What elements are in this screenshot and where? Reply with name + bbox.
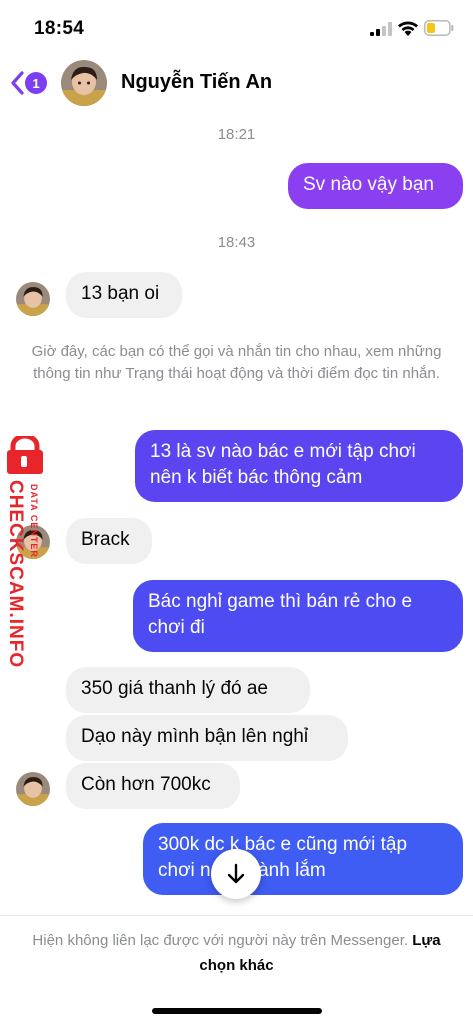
arrow-down-icon [227,863,245,884]
back-button[interactable]: 1 [8,68,47,98]
clock: 18:54 [34,18,85,39]
lock-icon [7,436,43,474]
footer-notice: Hiện không liên lạc được với người này t… [30,928,443,978]
message-incoming[interactable]: Dạo này mình bận lên nghỉ [66,715,348,761]
unreachable-text: Hiện không liên lạc được với người này t… [32,932,409,949]
message-incoming[interactable]: Brack [66,518,152,564]
unread-badge: 1 [25,72,47,94]
scroll-to-bottom-button[interactable] [211,849,261,899]
message-outgoing[interactable]: 300k dc k bác e cũng mới tập chơi nên k … [143,823,463,895]
footer: Hiện không liên lạc được với người này t… [0,915,473,1025]
timestamp: 18:43 [217,234,256,251]
message-incoming[interactable]: Còn hơn 700kc [66,763,240,809]
message-outgoing[interactable]: 13 là sv nào bác e mới tập chơi nên k bi… [135,430,463,502]
battery-icon [424,20,454,36]
chevron-left-icon [11,71,24,95]
avatar-image [61,60,107,106]
message-outgoing[interactable]: Bác nghỉ game thì bán rẻ cho e chơi đi [133,580,463,652]
contact-avatar[interactable] [61,60,107,106]
sender-avatar [16,282,50,316]
chat-header: 1 Nguyễn Tiến An [0,52,473,112]
signal-icon [370,22,392,36]
contact-name[interactable]: Nguyễn Tiến An [121,71,272,94]
watermark: CHECKSCAM.INFO DATA CENTER [0,436,56,669]
watermark-text: CHECKSCAM.INFO [5,480,26,669]
status-bar: 18:54 [0,0,473,50]
sender-avatar [16,772,50,806]
home-indicator[interactable] [152,1008,322,1014]
timestamp: 18:21 [217,126,256,143]
watermark-subtext: DATA CENTER [29,484,39,558]
message-incoming[interactable]: 350 giá thanh lý đó ae [66,667,310,713]
message-outgoing[interactable]: Sv nào vậy bạn [288,163,463,209]
wifi-icon [398,21,418,36]
contact-notice: Giờ đây, các bạn có thể gọi và nhắn tin … [31,343,442,382]
message-incoming[interactable]: 13 bạn oi [66,272,182,318]
